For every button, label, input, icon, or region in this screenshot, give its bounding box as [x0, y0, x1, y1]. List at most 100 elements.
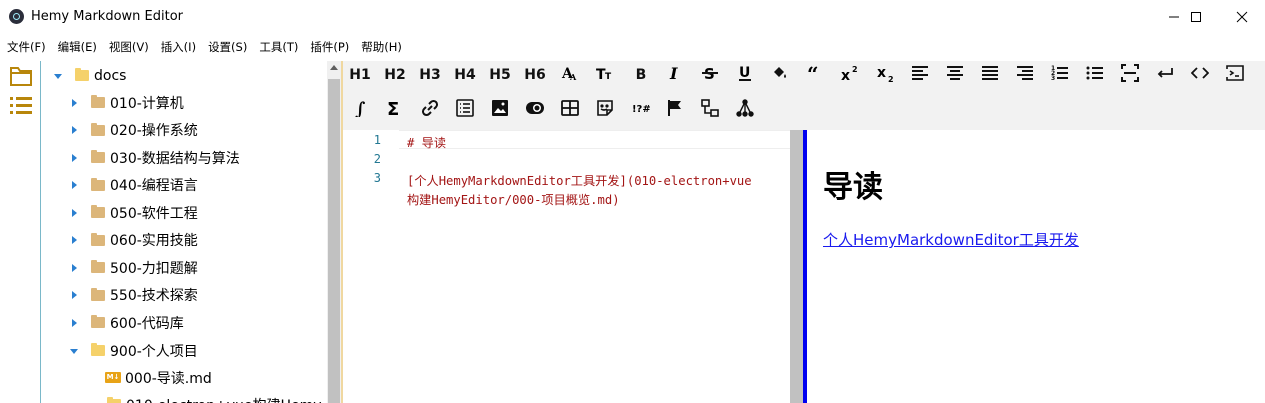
tree-folder[interactable]: 550-技术探索 — [41, 282, 327, 309]
link-icon — [421, 99, 439, 121]
markdown-editor[interactable]: 1 # 导读 2 3 [个人HemyMarkdownEditor工具开发](01… — [343, 130, 790, 403]
special-chars-icon: !?# — [632, 99, 651, 121]
align-left-button[interactable] — [906, 62, 934, 88]
ordered-list-button[interactable]: 123 — [1046, 62, 1074, 88]
table-of-contents-icon — [456, 99, 474, 121]
preview-link[interactable]: 个人HemyMarkdownEditor工具开发 — [823, 229, 1079, 250]
code-line[interactable]: [个人HemyMarkdownEditor工具开发](010-electron+… — [407, 171, 752, 189]
scrollbar-thumb[interactable] — [328, 79, 340, 403]
align-center-button[interactable] — [941, 62, 969, 88]
current-line-highlight — [399, 130, 790, 149]
tree-label: docs — [94, 67, 127, 84]
menu-plugins[interactable]: 插件(P) — [310, 35, 349, 57]
flowchart-button[interactable] — [696, 97, 724, 123]
tree-folder[interactable]: 040-编程语言 — [41, 172, 327, 199]
tree-label: 000-导读.md — [125, 370, 212, 387]
bold-button[interactable]: B — [627, 62, 655, 88]
chevron-right-icon[interactable] — [69, 235, 79, 245]
quote-button[interactable]: “ — [801, 62, 829, 88]
horizontal-rule-button[interactable] — [1116, 62, 1144, 88]
image-button[interactable] — [486, 97, 514, 123]
tree-folder[interactable]: 010-计算机 — [41, 89, 327, 116]
tree-root[interactable]: docs — [41, 62, 327, 89]
tree-folder[interactable]: 030-数据结构与算法 — [41, 144, 327, 171]
code-block-button[interactable] — [1221, 62, 1249, 88]
tree-folder[interactable]: 500-力扣题解 — [41, 254, 327, 281]
highlight-button[interactable] — [766, 62, 794, 88]
chevron-down-icon[interactable] — [85, 400, 95, 403]
tree-label: 550-技术探索 — [110, 288, 198, 304]
chevron-right-icon[interactable] — [69, 318, 79, 328]
chevron-down-icon[interactable] — [53, 71, 63, 81]
menu-help[interactable]: 帮助(H) — [361, 35, 402, 57]
align-right-button[interactable] — [1011, 62, 1039, 88]
code-line[interactable]: # 导读 — [407, 133, 446, 151]
heading-4-icon: H4 — [454, 67, 476, 83]
line-break-button[interactable] — [1151, 62, 1179, 88]
text-height-button[interactable]: TT — [591, 62, 619, 88]
underline-button[interactable]: U — [731, 62, 759, 88]
heading-1-button[interactable]: H1 — [346, 62, 374, 88]
tree-label: 050-软件工程 — [110, 205, 198, 222]
table-of-contents-button[interactable] — [451, 97, 479, 123]
tree-folder[interactable]: 020-操作系统 — [41, 117, 327, 144]
tree-folder[interactable]: 050-软件工程 — [41, 199, 327, 226]
tree-folder-expanded[interactable]: 900-个人项目 — [41, 337, 327, 364]
heading-6-button[interactable]: H6 — [521, 62, 549, 88]
svg-text:A: A — [569, 72, 577, 82]
sidebar-scrollbar[interactable] — [327, 61, 341, 403]
menu-view[interactable]: 视图(V) — [109, 35, 149, 57]
chevron-right-icon[interactable] — [69, 98, 79, 108]
menu-insert[interactable]: 插入(I) — [161, 35, 196, 57]
flag-button[interactable] — [661, 97, 689, 123]
code-line-wrapped[interactable]: 构建HemyEditor/000-项目概览.md) — [407, 190, 620, 208]
strikethrough-button[interactable]: S — [696, 62, 724, 88]
outline-list-icon[interactable] — [9, 95, 33, 117]
chevron-right-icon[interactable] — [69, 290, 79, 300]
chevron-right-icon[interactable] — [69, 153, 79, 163]
tree-folder[interactable]: 060-实用技能 — [41, 227, 327, 254]
mindmap-button[interactable] — [731, 97, 759, 123]
chevron-right-icon[interactable] — [69, 263, 79, 273]
tree-label: 040-编程语言 — [110, 178, 198, 194]
menu-tools[interactable]: 工具(T) — [259, 35, 298, 57]
chevron-down-icon[interactable] — [69, 346, 79, 356]
sigma-formula-button[interactable]: Σ — [381, 97, 409, 123]
tree-folder[interactable]: 600-代码库 — [41, 309, 327, 336]
tree-file[interactable]: M↓ 000-导读.md — [41, 364, 327, 391]
heading-4-button[interactable]: H4 — [451, 62, 479, 88]
align-justify-icon — [981, 64, 999, 86]
subscript-button[interactable]: x2 — [872, 62, 900, 88]
superscript-button[interactable]: x2 — [836, 62, 864, 88]
table-button[interactable] — [556, 97, 584, 123]
toggle-button[interactable] — [521, 97, 549, 123]
integral-formula-button[interactable]: ∫ — [346, 97, 374, 123]
chevron-right-icon[interactable] — [69, 180, 79, 190]
menu-file[interactable]: 文件(F) — [7, 35, 46, 57]
align-right-icon — [1016, 64, 1034, 86]
scroll-up-arrow-icon[interactable] — [330, 65, 338, 70]
heading-5-button[interactable]: H5 — [486, 62, 514, 88]
special-chars-button[interactable]: !?# — [627, 97, 655, 123]
maximize-button[interactable] — [1173, 0, 1219, 34]
menu-bar: 文件(F) 编辑(E) 视图(V) 插入(I) 设置(S) 工具(T) 插件(P… — [0, 35, 1265, 57]
folder-icon — [91, 315, 105, 328]
folder-icon[interactable] — [9, 65, 33, 87]
unordered-list-button[interactable] — [1081, 62, 1109, 88]
close-button[interactable] — [1219, 0, 1265, 34]
menu-settings[interactable]: 设置(S) — [208, 35, 247, 57]
align-justify-button[interactable] — [976, 62, 1004, 88]
tree-folder-partial[interactable]: 010-electron+vue构建Hemy — [41, 391, 327, 403]
inline-code-button[interactable] — [1186, 62, 1214, 88]
heading-2-button[interactable]: H2 — [381, 62, 409, 88]
chevron-right-icon[interactable] — [69, 208, 79, 218]
heading-3-button[interactable]: H3 — [416, 62, 444, 88]
font-size-button[interactable]: AA — [556, 62, 584, 88]
editor-scrollbar[interactable] — [790, 130, 804, 403]
mindmap-icon — [736, 99, 754, 121]
menu-edit[interactable]: 编辑(E) — [58, 35, 97, 57]
emoji-button[interactable] — [591, 97, 619, 123]
chevron-right-icon[interactable] — [69, 125, 79, 135]
link-button[interactable] — [416, 97, 444, 123]
italic-button[interactable]: I — [661, 62, 689, 88]
